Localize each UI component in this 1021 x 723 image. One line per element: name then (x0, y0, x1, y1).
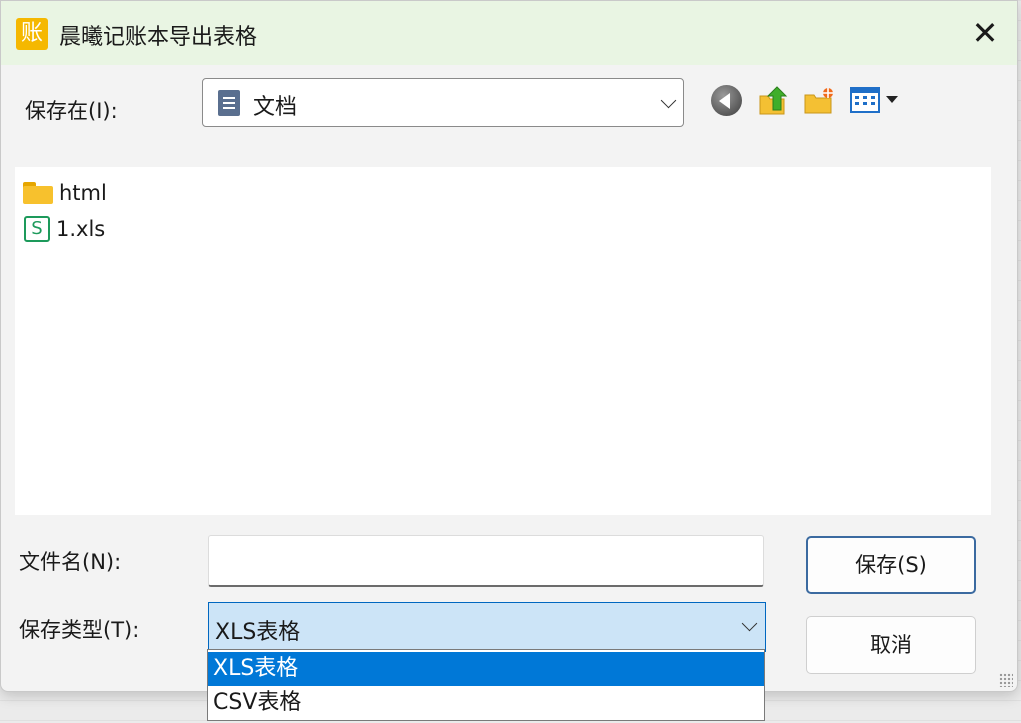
filetype-value: XLS表格 (215, 620, 301, 645)
back-arrow-icon (711, 85, 742, 116)
dropdown-option-xls[interactable]: XLS表格 (208, 652, 764, 686)
folder-icon (23, 182, 53, 204)
export-dialog: 账 晨曦记账本导出表格 ✕ 保存在(I): 文档 html S 1.xls 文件… (0, 0, 1018, 692)
new-folder-icon (804, 88, 833, 114)
view-menu-button[interactable] (850, 84, 904, 118)
view-menu-icon (850, 87, 898, 113)
new-folder-button[interactable] (802, 84, 836, 118)
close-button[interactable]: ✕ (953, 1, 1017, 65)
savein-value: 文档 (253, 95, 298, 120)
title-bar: 账 晨曦记账本导出表格 ✕ (1, 1, 1017, 65)
spreadsheet-icon: S (24, 216, 50, 242)
back-button[interactable] (710, 84, 744, 118)
dialog-title: 晨曦记账本导出表格 (59, 25, 258, 50)
file-name: 1.xls (56, 217, 106, 241)
chevron-down-icon (741, 615, 758, 632)
savein-combobox[interactable]: 文档 (202, 78, 684, 127)
list-item[interactable]: S 1.xls (23, 213, 105, 245)
app-logo-icon: 账 (16, 18, 48, 50)
documents-icon (218, 90, 240, 116)
filename-input[interactable] (208, 535, 764, 587)
up-folder-button[interactable] (756, 84, 790, 118)
filetype-select[interactable]: XLS表格 (208, 602, 766, 652)
file-list[interactable]: html S 1.xls (15, 167, 991, 515)
filename-label: 文件名(N): (19, 550, 122, 574)
file-name: html (59, 181, 107, 205)
chevron-down-icon (660, 92, 677, 109)
filetype-dropdown-list[interactable]: XLS表格 CSV表格 (207, 649, 765, 721)
cancel-button[interactable]: 取消 (806, 616, 976, 674)
dropdown-option-csv[interactable]: CSV表格 (208, 686, 764, 720)
up-folder-icon (759, 86, 788, 115)
filetype-label: 保存类型(T): (19, 618, 140, 642)
resize-grip[interactable] (999, 673, 1013, 687)
list-item[interactable]: html (23, 177, 107, 209)
save-button[interactable]: 保存(S) (806, 536, 976, 594)
savein-label: 保存在(I): (25, 99, 118, 123)
